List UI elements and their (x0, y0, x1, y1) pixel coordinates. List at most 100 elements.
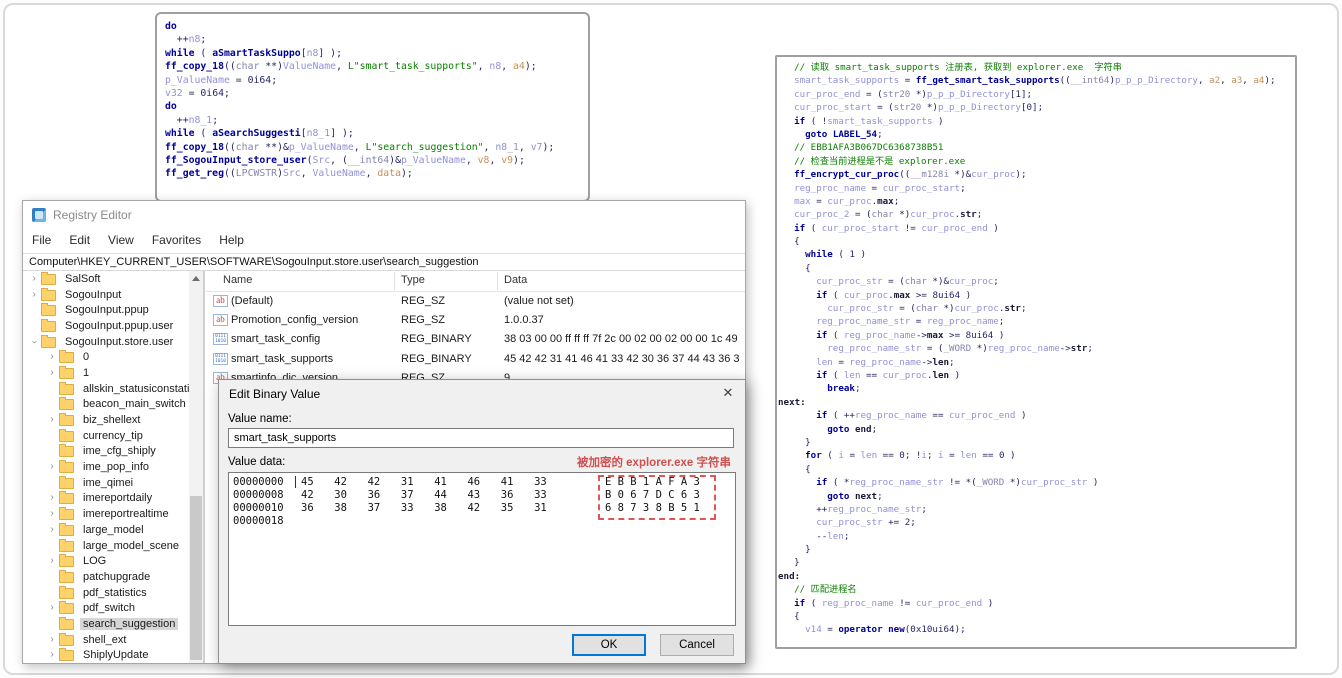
folder-icon (41, 287, 56, 301)
tree-item-ime_qimei[interactable]: ime_qimei (23, 475, 189, 491)
hex-byte[interactable]: 33 (534, 489, 567, 502)
tree-item-biz_shellext[interactable]: › biz_shellext (23, 412, 189, 428)
chevron-icon[interactable]: › (45, 524, 59, 535)
registry-titlebar[interactable]: Registry Editor (23, 201, 745, 229)
chevron-icon[interactable]: › (45, 352, 59, 362)
hex-byte[interactable]: 36 (301, 502, 334, 515)
value-data: 38 03 00 00 ff ff ff 7f 2c 00 02 00 02 0… (504, 333, 740, 346)
tree-scrollbar[interactable] (189, 271, 203, 663)
hex-byte[interactable]: 46 (467, 476, 500, 489)
hex-byte[interactable]: 42 (467, 502, 500, 515)
code-token: cur_proc (949, 276, 994, 288)
hex-byte[interactable]: 38 (434, 502, 467, 515)
hex-byte[interactable]: 36 (501, 489, 534, 502)
hex-byte[interactable]: 33 (534, 476, 567, 489)
registry-row[interactable]: ab Promotion_config_version REG_SZ 1.0.0.37 (206, 311, 745, 330)
hex-byte[interactable]: 30 (334, 489, 367, 502)
cancel-button[interactable]: Cancel (660, 634, 734, 656)
column-separator[interactable] (394, 272, 395, 290)
tree-item-SogouInput[interactable]: › SogouInput (23, 287, 189, 303)
hex-byte[interactable]: 37 (368, 502, 401, 515)
code-token: ) (854, 249, 867, 261)
tree-item-currency_tip[interactable]: currency_tip (23, 428, 189, 444)
code-token: , (353, 141, 366, 153)
menu-item-favorites[interactable]: Favorites (143, 229, 210, 251)
hex-byte[interactable]: 37 (401, 489, 434, 502)
tree-item-search_suggestion[interactable]: search_suggestion (23, 616, 189, 632)
hex-byte[interactable]: 31 (534, 502, 567, 515)
tree-item-pdf_statistics[interactable]: pdf_statistics (23, 585, 189, 601)
tree-item-label: 1 (83, 366, 90, 379)
hex-byte[interactable]: 44 (434, 489, 467, 502)
hex-byte[interactable]: 43 (467, 489, 500, 502)
hex-byte[interactable]: 41 (501, 476, 534, 489)
tree-item-imereportrealtime[interactable]: › imereportrealtime (23, 506, 189, 522)
decompiler-pseudocode-panel[interactable]: // 读取 smart_task_supports 注册表, 获取到 explo… (775, 55, 1297, 649)
tree-item-allskin_statusiconstatistics[interactable]: allskin_statusiconstatistics (23, 381, 189, 397)
chevron-icon[interactable]: › (45, 462, 59, 472)
tree-item-ShiplyUpdate[interactable]: › ShiplyUpdate (23, 648, 189, 664)
chevron-icon[interactable]: › (45, 367, 59, 378)
tree-item-pdf_switch[interactable]: › pdf_switch (23, 600, 189, 616)
hex-byte[interactable]: 42 (334, 476, 367, 489)
menu-item-view[interactable]: View (99, 229, 143, 251)
tree-item-LOG[interactable]: › LOG (23, 553, 189, 569)
registry-row[interactable]: 0111 1010 smart_task_supports REG_BINARY 45… (206, 350, 745, 369)
tree-item-patchupgrade[interactable]: patchupgrade (23, 569, 189, 585)
chevron-icon[interactable]: › (29, 335, 40, 349)
column-separator[interactable] (497, 272, 498, 290)
menu-item-edit[interactable]: Edit (60, 229, 99, 251)
decompiler-snippet-panel[interactable]: do ++n8; while ( aSmartTaskSuppo[n8] ); ff… (155, 12, 590, 202)
hex-byte[interactable]: 36 (368, 489, 401, 502)
registry-row[interactable]: 0111 1010 smart_task_config REG_BINARY 38 0… (206, 330, 745, 349)
tree-item-SogouInput.ppup.user[interactable]: SogouInput.ppup.user (23, 318, 189, 334)
registry-address-bar[interactable]: Computer\HKEY_CURRENT_USER\SOFTWARE\Sogo… (23, 253, 745, 271)
close-icon[interactable]: ✕ (711, 380, 745, 406)
hex-byte[interactable]: 38 (334, 502, 367, 515)
tree-item-SogouInput.store.user[interactable]: › SogouInput.store.user (23, 334, 189, 350)
tree-item-imereportdaily[interactable]: › imereportdaily (23, 491, 189, 507)
menu-item-help[interactable]: Help (210, 229, 253, 251)
chevron-icon[interactable]: › (45, 650, 59, 660)
tree-item-large_model[interactable]: › large_model (23, 522, 189, 538)
column-header-name[interactable]: Name (223, 274, 252, 286)
chevron-icon[interactable]: › (45, 603, 59, 613)
tree-item-SogouInput.ppup[interactable]: SogouInput.ppup (23, 302, 189, 318)
hex-byte[interactable]: 41 (434, 476, 467, 489)
ok-button[interactable]: OK (572, 634, 646, 656)
code-token: data (377, 168, 401, 180)
scrollbar-thumb[interactable] (190, 496, 202, 660)
menu-item-file[interactable]: File (23, 229, 60, 251)
tree-item-0[interactable]: › 0 (23, 349, 189, 365)
tree-item-1[interactable]: › 1 (23, 365, 189, 381)
hex-byte[interactable]: 42 (301, 489, 334, 502)
registry-row[interactable]: ab (Default) REG_SZ (value not set) (206, 292, 745, 311)
folder-icon (59, 585, 74, 599)
chevron-icon[interactable]: › (27, 273, 41, 284)
tree-item-shell_ext[interactable]: › shell_ext (23, 632, 189, 648)
value-name-input[interactable] (228, 428, 734, 448)
chevron-icon[interactable]: › (45, 634, 59, 645)
hex-byte[interactable]: 42 (368, 476, 401, 489)
tree-item-ime_cfg_shiply[interactable]: ime_cfg_shiply (23, 444, 189, 460)
scroll-up-icon[interactable] (192, 276, 200, 281)
chevron-icon[interactable]: › (45, 509, 59, 519)
chevron-icon[interactable]: › (45, 415, 59, 425)
chevron-icon[interactable]: › (45, 493, 59, 503)
column-header-type[interactable]: Type (401, 274, 425, 286)
tree-item-SalSoft[interactable]: › SalSoft (23, 271, 189, 287)
hex-byte[interactable]: 31 (401, 476, 434, 489)
hex-byte[interactable]: 45 (301, 476, 334, 489)
hex-editor[interactable]: 00000000 45 42 42 31 41 46 41 33 E B B 1 A F A 30… (228, 472, 736, 626)
pane-splitter[interactable] (203, 271, 205, 663)
hex-byte[interactable]: 35 (501, 502, 534, 515)
tree-item-ime_pop_info[interactable]: › ime_pop_info (23, 459, 189, 475)
tree-item-beacon_main_switch[interactable]: beacon_main_switch (23, 397, 189, 413)
chevron-icon[interactable]: › (27, 289, 41, 300)
tree-item-large_model_scene[interactable]: large_model_scene (23, 538, 189, 554)
code-token: v9 (501, 154, 514, 166)
column-header-data[interactable]: Data (504, 274, 527, 286)
hex-byte[interactable]: 33 (401, 502, 434, 515)
chevron-icon[interactable]: › (45, 556, 59, 566)
